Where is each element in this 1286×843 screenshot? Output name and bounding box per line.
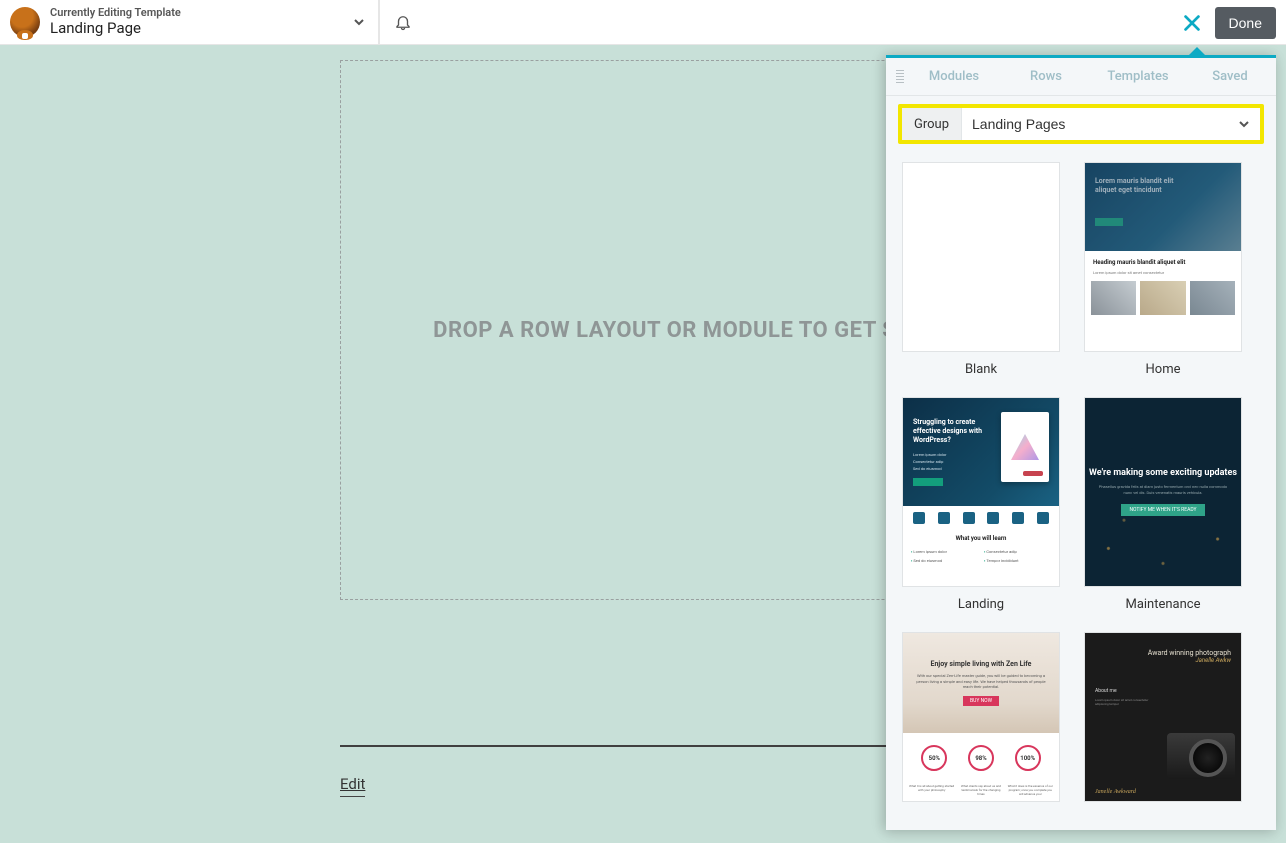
tab-saved[interactable]: Saved — [1184, 69, 1276, 84]
thumb-col: What it is all about getting started wit… — [909, 785, 954, 797]
template-label: Landing — [958, 597, 1004, 612]
group-label: Group — [902, 108, 962, 140]
thumb-about: About me — [1085, 668, 1241, 698]
edit-link[interactable]: Edit — [340, 775, 365, 797]
thumb-book-graphic — [1001, 412, 1049, 482]
tab-rows[interactable]: Rows — [1000, 69, 1092, 84]
thumb-bullet: Consectetur adip — [913, 458, 985, 465]
template-thumb — [902, 162, 1060, 352]
thumb-item: Consectetur adip — [984, 549, 1051, 554]
thumb-col: What clients say about us and testimonia… — [958, 785, 1003, 797]
title-block: Currently Editing Template Landing Page — [50, 7, 181, 37]
close-panel-button[interactable] — [1181, 12, 1203, 34]
beaver-logo-icon — [10, 7, 40, 37]
title-area[interactable]: Currently Editing Template Landing Page — [0, 0, 191, 44]
thumb-button: NOTIFY ME WHEN IT'S READY — [1121, 504, 1204, 516]
thumb-hero-button — [1095, 218, 1123, 226]
thumb-sub: Phasellus gravida felis at diam justo fe… — [1098, 484, 1228, 495]
group-selector-row: Group Landing Pages — [898, 104, 1264, 144]
editing-subtitle: Currently Editing Template — [50, 7, 181, 20]
panel-tabs: Modules Rows Templates Saved — [886, 58, 1276, 96]
template-card-blank[interactable]: Blank — [902, 162, 1060, 377]
bell-icon — [394, 13, 412, 31]
thumb-camera-graphic — [1167, 733, 1235, 779]
template-card-landing[interactable]: Struggling to create effective designs w… — [902, 397, 1060, 612]
title-dropdown-toggle[interactable] — [339, 0, 379, 45]
group-select[interactable]: Landing Pages — [962, 108, 1238, 140]
thumb-hero-text: Lorem mauris blandit elit aliquet eget t… — [1095, 177, 1175, 195]
thumb-headline: Struggling to create effective designs w… — [913, 418, 985, 445]
template-label: Home — [1146, 362, 1181, 377]
template-label: Maintenance — [1125, 597, 1200, 612]
header-right: Done — [1181, 0, 1276, 45]
header-left: Currently Editing Template Landing Page — [0, 0, 380, 44]
page-title: Landing Page — [50, 20, 181, 37]
template-thumb: Award winning photograph Janelle Awkw Ab… — [1084, 632, 1242, 802]
thumb-sub: With our special Zen-Life master guide, … — [916, 673, 1046, 690]
template-label: Blank — [965, 362, 997, 377]
thumb-button: BUY NOW — [963, 696, 999, 706]
app-header: Currently Editing Template Landing Page … — [0, 0, 1286, 45]
template-grid: Blank Lorem mauris blandit elit aliquet … — [902, 162, 1270, 802]
thumb-stat: 98% — [968, 745, 994, 771]
thumb-stat: 50% — [921, 745, 947, 771]
thumb-headline: We're making some exciting updates — [1089, 468, 1237, 478]
thumb-button — [913, 478, 943, 486]
tab-modules[interactable]: Modules — [908, 69, 1000, 84]
thumb-item: Tempor incididunt — [984, 558, 1051, 563]
chevron-down-icon — [1238, 118, 1250, 130]
thumb-stat: 100% — [1015, 745, 1041, 771]
chevron-down-icon — [353, 16, 365, 28]
notifications-button[interactable] — [380, 0, 425, 45]
drag-handle-icon[interactable] — [892, 70, 902, 83]
thumb-col: What it does is the essence of our progr… — [1008, 785, 1053, 797]
thumb-bullet: Lorem ipsum dolor — [913, 451, 985, 458]
done-button[interactable]: Done — [1215, 7, 1276, 39]
thumb-headline: Award winning photograph — [1095, 649, 1231, 657]
tab-templates[interactable]: Templates — [1092, 69, 1184, 84]
template-thumb: Lorem mauris blandit elit aliquet eget t… — [1084, 162, 1242, 352]
template-thumb: Struggling to create effective designs w… — [902, 397, 1060, 587]
thumb-author: Janelle Awkw — [1095, 657, 1231, 664]
template-thumb: Enjoy simple living with Zen Life With o… — [902, 632, 1060, 802]
template-thumb: We're making some exciting updates Phase… — [1084, 397, 1242, 587]
thumb-item: Lorem ipsum dolor — [911, 549, 978, 554]
group-select-chevron — [1238, 115, 1260, 134]
close-icon — [1185, 16, 1198, 29]
template-card-zen[interactable]: Enjoy simple living with Zen Life With o… — [902, 632, 1060, 802]
thumb-about-text: Lorem ipsum dolor sit amet consectetur a… — [1085, 698, 1160, 706]
thumb-item: Sed do eiusmod — [911, 558, 978, 563]
content-panel: Modules Rows Templates Saved Group Landi… — [886, 55, 1276, 830]
thumb-bullet: Sed do eiusmod — [913, 465, 985, 472]
template-card-home[interactable]: Lorem mauris blandit elit aliquet eget t… — [1084, 162, 1242, 377]
template-card-photography[interactable]: Award winning photograph Janelle Awkw Ab… — [1084, 632, 1242, 802]
thumb-section-title: Heading mauris blandit aliquet elit — [1085, 251, 1241, 270]
thumb-headline: Enjoy simple living with Zen Life — [931, 660, 1032, 668]
thumb-signature: Janelle Awkward — [1095, 789, 1136, 795]
panel-body[interactable]: Blank Lorem mauris blandit elit aliquet … — [886, 152, 1276, 830]
thumb-subhead: What you will learn — [903, 530, 1059, 547]
template-card-maintenance[interactable]: We're making some exciting updates Phase… — [1084, 397, 1242, 612]
